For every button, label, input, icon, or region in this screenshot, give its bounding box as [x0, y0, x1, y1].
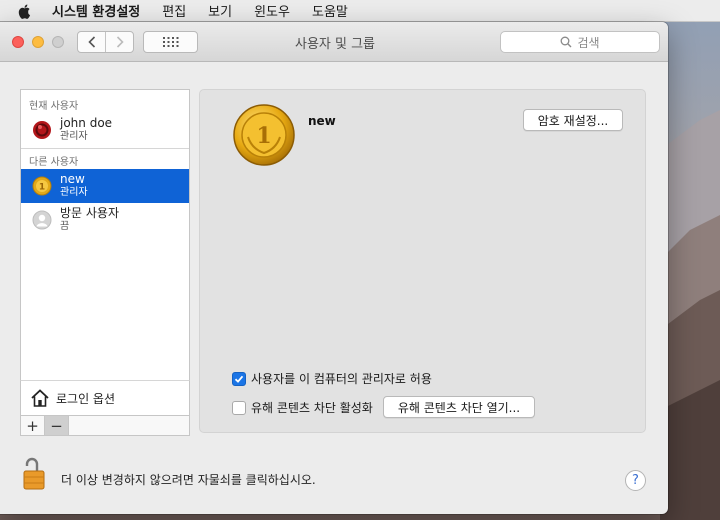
chevron-left-icon	[87, 36, 95, 48]
parental-controls-label: 유해 콘텐츠 차단 활성화	[251, 401, 373, 415]
close-button[interactable]	[12, 36, 24, 48]
svg-text:1: 1	[39, 183, 45, 193]
remove-user-button[interactable]: −	[45, 416, 69, 435]
search-icon	[561, 36, 572, 48]
user-name: 방문 사용자	[60, 206, 120, 220]
grid-icon	[162, 37, 178, 47]
navigation-buttons	[77, 31, 134, 53]
menu-view[interactable]: 보기	[208, 1, 232, 20]
current-users-header: 현재 사용자	[29, 101, 79, 112]
zoom-button[interactable]	[52, 36, 64, 48]
users-groups-window: 사용자 및 그룹 검색 현재 사용자 john doe 관리자 다른 사용자 1…	[0, 22, 668, 514]
minimize-button[interactable]	[32, 36, 44, 48]
user-name: new	[60, 172, 85, 186]
user-name: john doe	[60, 116, 113, 130]
user-role: 관리자	[60, 187, 88, 198]
selected-user-name: new	[308, 114, 336, 128]
search-field[interactable]: 검색	[500, 31, 660, 53]
login-options-item[interactable]: 로그인 옵션	[20, 380, 190, 416]
show-all-button[interactable]	[143, 31, 198, 53]
lock-hint-text: 더 이상 변경하지 않으려면 자물쇠를 클릭하십시오.	[61, 473, 316, 487]
parental-controls-checkbox-row[interactable]: 유해 콘텐츠 차단 활성화	[232, 399, 373, 416]
title-bar: 사용자 및 그룹 검색	[0, 22, 668, 62]
lock-open-icon[interactable]	[22, 455, 46, 491]
house-icon	[31, 389, 49, 407]
add-user-button[interactable]: +	[21, 416, 45, 435]
other-users-header: 다른 사용자	[29, 157, 79, 168]
menu-edit[interactable]: 편집	[162, 1, 186, 20]
open-parental-controls-button[interactable]: 유해 콘텐츠 차단 열기...	[383, 396, 535, 418]
generic-person-avatar	[32, 210, 52, 230]
user-item-guest[interactable]: 방문 사용자 끔	[21, 203, 189, 237]
chevron-right-icon	[116, 36, 124, 48]
help-button[interactable]: ?	[625, 470, 646, 491]
user-role: 관리자	[60, 131, 88, 142]
user-item-john-doe[interactable]: john doe 관리자	[21, 113, 189, 147]
menu-bar: 시스템 환경설정 편집 보기 윈도우 도움말	[0, 0, 720, 22]
red-ball-avatar	[33, 121, 51, 139]
parental-controls-checkbox[interactable]	[232, 400, 246, 415]
admin-checkbox[interactable]	[232, 371, 246, 386]
admin-checkbox-row[interactable]: 사용자를 이 컴퓨터의 관리자로 허용	[232, 370, 432, 387]
user-item-new[interactable]: 1 new 관리자	[21, 169, 189, 203]
gold-coin-avatar: 1	[32, 176, 52, 196]
user-role: 끔	[60, 221, 70, 232]
svg-text:1: 1	[256, 123, 271, 149]
menu-system-preferences[interactable]: 시스템 환경설정	[52, 1, 140, 20]
user-list: 현재 사용자 john doe 관리자 다른 사용자 1 new 관리자 방문 …	[20, 89, 190, 381]
window-title: 사용자 및 그룹	[294, 36, 376, 52]
gold-coin-avatar-large[interactable]: 1	[232, 103, 296, 167]
section-divider	[21, 148, 189, 149]
menu-window[interactable]: 윈도우	[254, 1, 290, 20]
search-placeholder: 검색	[577, 35, 600, 50]
checkmark-icon	[234, 375, 244, 383]
reset-password-button[interactable]: 암호 재설정...	[523, 109, 623, 131]
menu-help[interactable]: 도움말	[312, 1, 348, 20]
apple-logo-icon[interactable]	[17, 3, 33, 19]
add-remove-bar: + −	[20, 416, 190, 436]
forward-button[interactable]	[105, 32, 133, 52]
login-options-label: 로그인 옵션	[56, 391, 116, 406]
back-button[interactable]	[78, 32, 105, 52]
admin-checkbox-label: 사용자를 이 컴퓨터의 관리자로 허용	[251, 372, 432, 386]
